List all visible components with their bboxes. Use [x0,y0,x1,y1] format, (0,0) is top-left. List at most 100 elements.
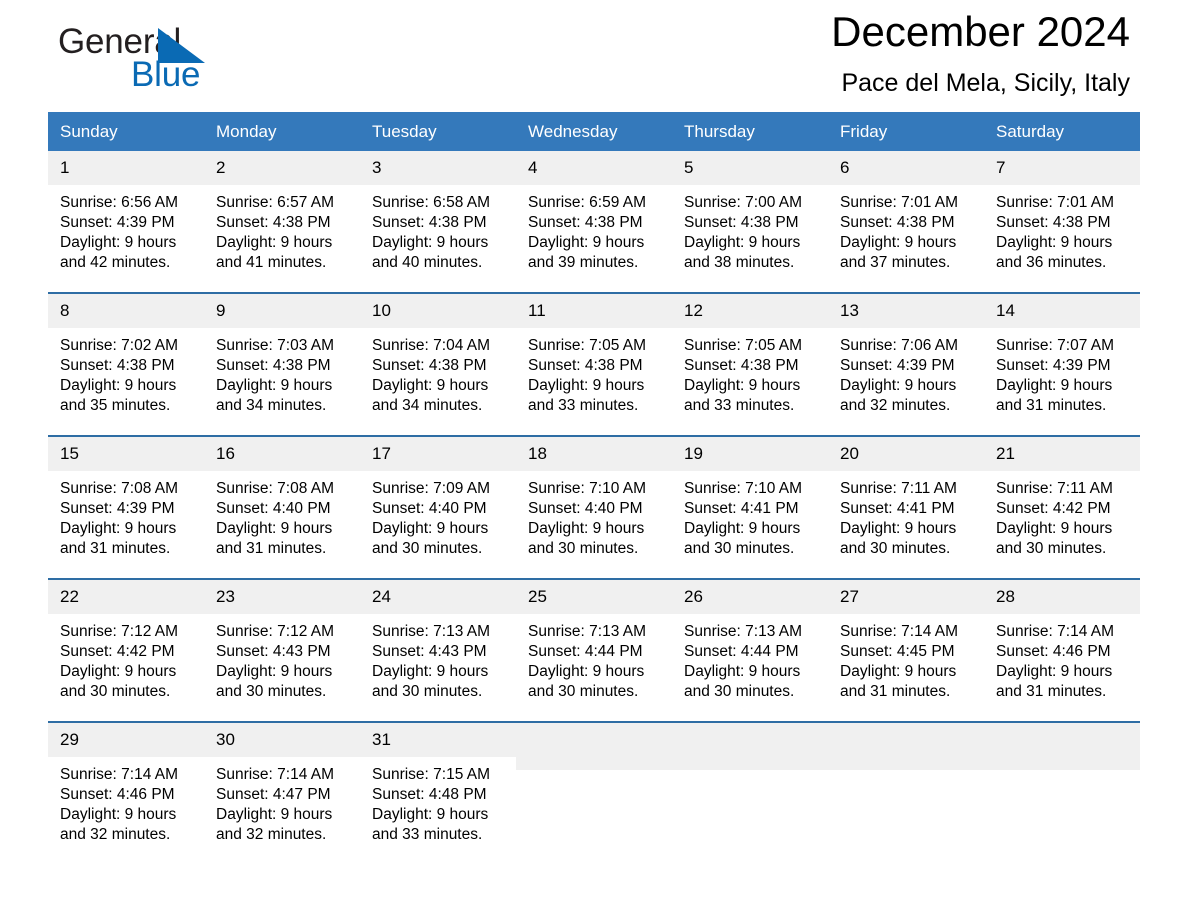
calendar-day-cell[interactable]: 7 Sunrise: 7:01 AM Sunset: 4:38 PM Daylight… [984,151,1140,284]
day-info: Sunrise: 7:08 AM Sunset: 4:39 PM Daylight:… [48,471,204,559]
daylight-duration-line1: Daylight: 9 hours [840,377,957,394]
calendar-day-cell[interactable]: 22 Sunrise: 7:12 AM Sunset: 4:42 PM Dayligh… [48,578,204,713]
calendar-day-cell[interactable]: 10 Sunrise: 7:04 AM Sunset: 4:38 PM Dayligh… [360,292,516,427]
sunrise-time: Sunrise: 7:03 AM [216,337,335,354]
day-number: 25 [516,580,672,614]
calendar-day-cell[interactable]: 24 Sunrise: 7:13 AM Sunset: 4:43 PM Dayligh… [360,578,516,713]
sunset-time: Sunset: 4:38 PM [216,214,331,231]
calendar-day-cell[interactable]: 23 Sunrise: 7:12 AM Sunset: 4:43 PM Dayligh… [204,578,360,713]
day-info: Sunrise: 7:05 AM Sunset: 4:38 PM Daylight:… [516,328,672,416]
daylight-duration-line1: Daylight: 9 hours [840,234,957,251]
weekday-header-saturday: Saturday [984,112,1140,151]
day-info: Sunrise: 7:14 AM Sunset: 4:45 PM Daylight:… [828,614,984,702]
daylight-duration-line2: and 33 minutes. [372,826,483,843]
page-masthead: General Blue December 2024 Pace del Mela… [48,0,1140,112]
day-cell-inner: 26 Sunrise: 7:13 AM Sunset: 4:44 PM Dayligh… [672,580,828,713]
sunrise-time: Sunrise: 7:12 AM [216,623,335,640]
calendar-day-cell[interactable]: 13 Sunrise: 7:06 AM Sunset: 4:39 PM Dayligh… [828,292,984,427]
daylight-duration-line2: and 31 minutes. [996,683,1107,700]
sunrise-time: Sunrise: 7:11 AM [996,480,1113,497]
weekday-header-sunday: Sunday [48,112,204,151]
daylight-duration-line2: and 41 minutes. [216,254,327,271]
daylight-duration-line2: and 35 minutes. [60,397,171,414]
daylight-duration-line1: Daylight: 9 hours [684,234,801,251]
calendar-day-cell[interactable]: 4 Sunrise: 6:59 AM Sunset: 4:38 PM Daylight… [516,151,672,284]
calendar-day-cell[interactable]: 26 Sunrise: 7:13 AM Sunset: 4:44 PM Dayligh… [672,578,828,713]
daylight-duration-line1: Daylight: 9 hours [60,663,177,680]
sunset-time: Sunset: 4:45 PM [840,643,955,660]
calendar-day-cell[interactable]: 15 Sunrise: 7:08 AM Sunset: 4:39 PM Dayligh… [48,435,204,570]
calendar-day-cell[interactable]: 11 Sunrise: 7:05 AM Sunset: 4:38 PM Dayligh… [516,292,672,427]
day-number: 22 [48,580,204,614]
calendar-day-cell[interactable]: 18 Sunrise: 7:10 AM Sunset: 4:40 PM Dayligh… [516,435,672,570]
calendar-day-cell[interactable]: 14 Sunrise: 7:07 AM Sunset: 4:39 PM Dayligh… [984,292,1140,427]
calendar-day-cell[interactable]: 3 Sunrise: 6:58 AM Sunset: 4:38 PM Daylight… [360,151,516,284]
sunrise-sunset-calendar: Sunday Monday Tuesday Wednesday Thursday… [48,112,1140,856]
calendar-day-cell[interactable]: 8 Sunrise: 7:02 AM Sunset: 4:38 PM Daylight… [48,292,204,427]
day-number: 9 [204,294,360,328]
daylight-duration-line2: and 30 minutes. [684,683,795,700]
sunset-time: Sunset: 4:39 PM [996,357,1111,374]
calendar-day-cell[interactable]: 1 Sunrise: 6:56 AM Sunset: 4:39 PM Daylight… [48,151,204,284]
day-cell-inner [672,723,828,856]
day-info: Sunrise: 7:08 AM Sunset: 4:40 PM Daylight:… [204,471,360,559]
day-info: Sunrise: 6:56 AM Sunset: 4:39 PM Daylight:… [48,185,204,273]
day-cell-inner [984,723,1140,856]
sunset-time: Sunset: 4:38 PM [60,357,175,374]
sunset-time: Sunset: 4:38 PM [996,214,1111,231]
day-cell-inner: 24 Sunrise: 7:13 AM Sunset: 4:43 PM Dayligh… [360,580,516,713]
calendar-day-cell[interactable]: 20 Sunrise: 7:11 AM Sunset: 4:41 PM Dayligh… [828,435,984,570]
daylight-duration-line2: and 30 minutes. [684,540,795,557]
weekday-header-monday: Monday [204,112,360,151]
day-number [984,723,1140,770]
sunrise-time: Sunrise: 7:06 AM [840,337,959,354]
day-cell-inner: 19 Sunrise: 7:10 AM Sunset: 4:41 PM Dayligh… [672,437,828,570]
week-spacer-cell [48,570,1140,579]
calendar-day-cell[interactable]: 27 Sunrise: 7:14 AM Sunset: 4:45 PM Dayligh… [828,578,984,713]
day-number: 7 [984,151,1140,185]
sunset-time: Sunset: 4:38 PM [684,214,799,231]
day-info: Sunrise: 7:03 AM Sunset: 4:38 PM Daylight:… [204,328,360,416]
week-spacer [48,713,1140,722]
calendar-page: General Blue December 2024 Pace del Mela… [0,0,1188,918]
calendar-day-cell[interactable]: 25 Sunrise: 7:13 AM Sunset: 4:44 PM Dayligh… [516,578,672,713]
calendar-day-cell[interactable]: 19 Sunrise: 7:10 AM Sunset: 4:41 PM Dayligh… [672,435,828,570]
general-blue-logo[interactable]: General Blue [58,22,298,102]
calendar-day-cell[interactable]: 30 Sunrise: 7:14 AM Sunset: 4:47 PM Dayligh… [204,721,360,856]
location-subtitle: Pace del Mela, Sicily, Italy [841,69,1130,97]
day-info: Sunrise: 7:14 AM Sunset: 4:46 PM Daylight:… [48,757,204,845]
calendar-day-cell[interactable]: 28 Sunrise: 7:14 AM Sunset: 4:46 PM Dayligh… [984,578,1140,713]
calendar-day-cell[interactable]: 2 Sunrise: 6:57 AM Sunset: 4:38 PM Daylight… [204,151,360,284]
week-spacer-cell [48,284,1140,293]
day-info: Sunrise: 7:12 AM Sunset: 4:42 PM Daylight:… [48,614,204,702]
day-info: Sunrise: 7:13 AM Sunset: 4:43 PM Daylight:… [360,614,516,702]
day-number: 26 [672,580,828,614]
calendar-day-cell[interactable]: 17 Sunrise: 7:09 AM Sunset: 4:40 PM Dayligh… [360,435,516,570]
daylight-duration-line1: Daylight: 9 hours [996,663,1113,680]
daylight-duration-line2: and 38 minutes. [684,254,795,271]
sunset-time: Sunset: 4:40 PM [528,500,643,517]
daylight-duration-line1: Daylight: 9 hours [528,234,645,251]
calendar-day-cell[interactable]: 29 Sunrise: 7:14 AM Sunset: 4:46 PM Dayligh… [48,721,204,856]
day-number: 28 [984,580,1140,614]
sunset-time: Sunset: 4:39 PM [60,214,175,231]
calendar-week-row: 22 Sunrise: 7:12 AM Sunset: 4:42 PM Dayligh… [48,578,1140,713]
day-info: Sunrise: 7:01 AM Sunset: 4:38 PM Daylight:… [984,185,1140,273]
sunset-time: Sunset: 4:46 PM [996,643,1111,660]
daylight-duration-line2: and 39 minutes. [528,254,639,271]
calendar-day-cell[interactable]: 5 Sunrise: 7:00 AM Sunset: 4:38 PM Daylight… [672,151,828,284]
daylight-duration-line2: and 33 minutes. [528,397,639,414]
calendar-day-cell[interactable]: 6 Sunrise: 7:01 AM Sunset: 4:38 PM Daylight… [828,151,984,284]
calendar-day-cell[interactable]: 31 Sunrise: 7:15 AM Sunset: 4:48 PM Dayligh… [360,721,516,856]
calendar-day-cell[interactable]: 16 Sunrise: 7:08 AM Sunset: 4:40 PM Dayligh… [204,435,360,570]
sunset-time: Sunset: 4:38 PM [372,214,487,231]
daylight-duration-line2: and 33 minutes. [684,397,795,414]
page-title: December 2024 [831,8,1130,55]
calendar-day-cell[interactable]: 21 Sunrise: 7:11 AM Sunset: 4:42 PM Dayligh… [984,435,1140,570]
day-info: Sunrise: 7:09 AM Sunset: 4:40 PM Daylight:… [360,471,516,559]
day-info: Sunrise: 7:02 AM Sunset: 4:38 PM Daylight:… [48,328,204,416]
daylight-duration-line2: and 30 minutes. [216,683,327,700]
day-info: Sunrise: 7:10 AM Sunset: 4:40 PM Daylight:… [516,471,672,559]
calendar-day-cell[interactable]: 12 Sunrise: 7:05 AM Sunset: 4:38 PM Dayligh… [672,292,828,427]
calendar-day-cell[interactable]: 9 Sunrise: 7:03 AM Sunset: 4:38 PM Daylight… [204,292,360,427]
